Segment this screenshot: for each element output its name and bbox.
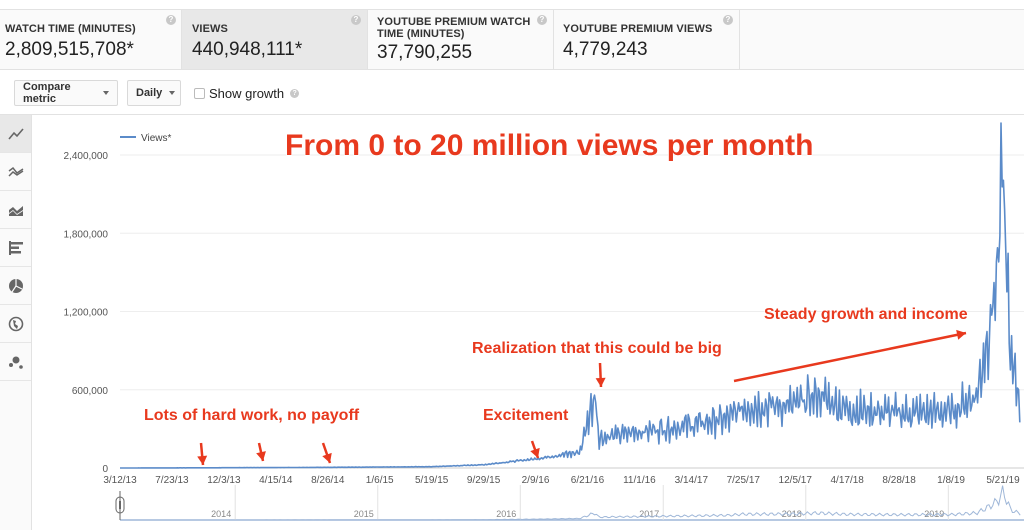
metric-label: VIEWS	[192, 23, 228, 35]
metric-value: 440,948,111*	[192, 39, 303, 60]
pie-chart-icon	[8, 278, 23, 293]
arrow-hard-work-2-head	[256, 451, 266, 461]
x-tick-label: 12/5/17	[779, 475, 813, 486]
line-chart-icon	[7, 127, 24, 140]
show-growth-label: Show growth	[209, 86, 285, 101]
navigator-year-label: 2014	[211, 509, 231, 519]
y-tick-label: 1,200,000	[64, 308, 109, 319]
help-icon[interactable]: ?	[723, 15, 733, 25]
x-tick-label: 11/1/16	[623, 475, 656, 486]
bar-chart-icon	[8, 240, 23, 255]
metric-tab-empty	[740, 10, 1024, 69]
chart-toolbar: Compare metric Daily Show growth ?	[0, 70, 1024, 115]
metric-value: 2,809,515,708*	[5, 39, 134, 60]
arrow-realization-head	[595, 377, 606, 387]
chart-legend[interactable]: Views*	[120, 133, 171, 144]
compare-metric-dropdown[interactable]: Compare metric	[14, 80, 118, 106]
annotation-excitement: Excitement	[483, 407, 569, 424]
navigator-series-line	[120, 485, 1021, 521]
metric-label: YOUTUBE PREMIUM WATCH TIME (MINUTES)	[377, 16, 531, 40]
views-chart: 0 600,000 1,200,000 1,800,000 2,400,000 3/12…	[64, 122, 1024, 521]
help-icon[interactable]: ?	[290, 89, 300, 98]
metric-value: 37,790,255	[377, 42, 473, 63]
help-icon[interactable]: ?	[166, 15, 176, 25]
annotation-steady-growth: Steady growth and income	[764, 306, 968, 323]
x-tick-label: 8/28/18	[882, 475, 916, 486]
globe-icon	[8, 316, 23, 331]
x-tick-label: 3/14/17	[675, 475, 709, 486]
help-icon[interactable]: ?	[351, 15, 361, 25]
x-tick-label: 5/19/15	[415, 475, 449, 486]
stacked-area-chart-icon	[8, 205, 23, 216]
metric-tabs: WATCH TIME (MINUTES) 2,809,515,708* ? VI…	[0, 9, 1024, 70]
x-tick-label: 7/25/17	[727, 475, 761, 486]
interval-dropdown[interactable]: Daily	[127, 80, 181, 106]
y-tick-label: 600,000	[72, 386, 109, 397]
legend-label: Views*	[141, 133, 171, 144]
chart-type-stacked-area[interactable]	[0, 191, 31, 229]
metric-tab-views[interactable]: VIEWS 440,948,111* ?	[182, 10, 368, 69]
help-icon[interactable]: ?	[537, 15, 547, 25]
x-tick-label: 6/21/16	[571, 475, 605, 486]
chart-type-pie[interactable]	[0, 267, 31, 305]
show-growth-toggle[interactable]: Show growth ?	[194, 86, 300, 101]
x-tick-label: 4/17/18	[830, 475, 864, 486]
chart-type-map[interactable]	[0, 305, 31, 343]
caret-down-icon	[103, 91, 109, 95]
x-tick-label: 12/3/13	[207, 475, 241, 486]
metric-label: WATCH TIME (MINUTES)	[5, 23, 136, 35]
multi-line-chart-icon	[7, 166, 23, 177]
chart-type-sidebar	[0, 115, 32, 530]
compare-metric-label: Compare metric	[23, 81, 71, 105]
x-tick-label: 7/23/13	[155, 475, 189, 486]
range-navigator[interactable]: 2014 2015 2016 2017 2018 2019	[115, 485, 1024, 521]
y-tick-label: 1,800,000	[64, 229, 109, 240]
bubble-chart-icon	[8, 356, 23, 369]
annotation-realization: Realization that this could be big	[472, 340, 722, 357]
annotations: From 0 to 20 million views per month Lots…	[143, 128, 968, 466]
x-tick-label: 5/21/19	[986, 475, 1020, 486]
chart-type-multi-line[interactable]	[0, 153, 31, 191]
x-tick-label: 8/26/14	[311, 475, 345, 486]
metric-tab-premium-watch-time[interactable]: YOUTUBE PREMIUM WATCH TIME (MINUTES) 37,…	[368, 10, 554, 69]
metric-tab-premium-views[interactable]: YOUTUBE PREMIUM VIEWS 4,779,243 ?	[554, 10, 740, 69]
annotation-hard-work: Lots of hard work, no payoff	[144, 407, 360, 424]
chart-type-bar[interactable]	[0, 229, 31, 267]
arrow-steady-growth-shaft	[733, 331, 967, 383]
chart-type-line[interactable]	[0, 115, 31, 153]
navigator-year-label: 2019	[924, 509, 944, 519]
annotation-headline: From 0 to 20 million views per month	[285, 129, 813, 162]
x-axis: 3/12/13 7/23/13 12/3/13 4/15/14 8/26/14 1/6/1…	[103, 475, 1020, 486]
y-tick-label: 2,400,000	[64, 151, 109, 162]
metric-label: YOUTUBE PREMIUM VIEWS	[563, 23, 713, 35]
x-tick-label: 1/6/15	[366, 475, 394, 486]
chart-type-bubble[interactable]	[0, 343, 31, 381]
metric-tab-watch-time[interactable]: WATCH TIME (MINUTES) 2,809,515,708* ?	[0, 10, 182, 69]
arrow-hard-work-1-head	[197, 455, 208, 465]
navigator-year-label: 2015	[354, 509, 374, 519]
arrow-steady-growth-head	[956, 329, 966, 340]
y-axis: 0 600,000 1,200,000 1,800,000 2,400,000	[64, 151, 109, 475]
x-tick-label: 2/9/16	[522, 475, 550, 486]
navigator-year-label: 2017	[639, 509, 659, 519]
y-tick-label: 0	[102, 464, 108, 475]
navigator-year-label: 2016	[496, 509, 516, 519]
metric-value: 4,779,243	[563, 39, 648, 60]
show-growth-checkbox[interactable]	[194, 88, 205, 99]
interval-label: Daily	[136, 87, 163, 99]
x-tick-label: 3/12/13	[103, 475, 137, 486]
x-tick-label: 1/8/19	[937, 475, 965, 486]
caret-down-icon	[169, 91, 176, 95]
x-tick-label: 9/29/15	[467, 475, 501, 486]
x-tick-label: 4/15/14	[259, 475, 293, 486]
